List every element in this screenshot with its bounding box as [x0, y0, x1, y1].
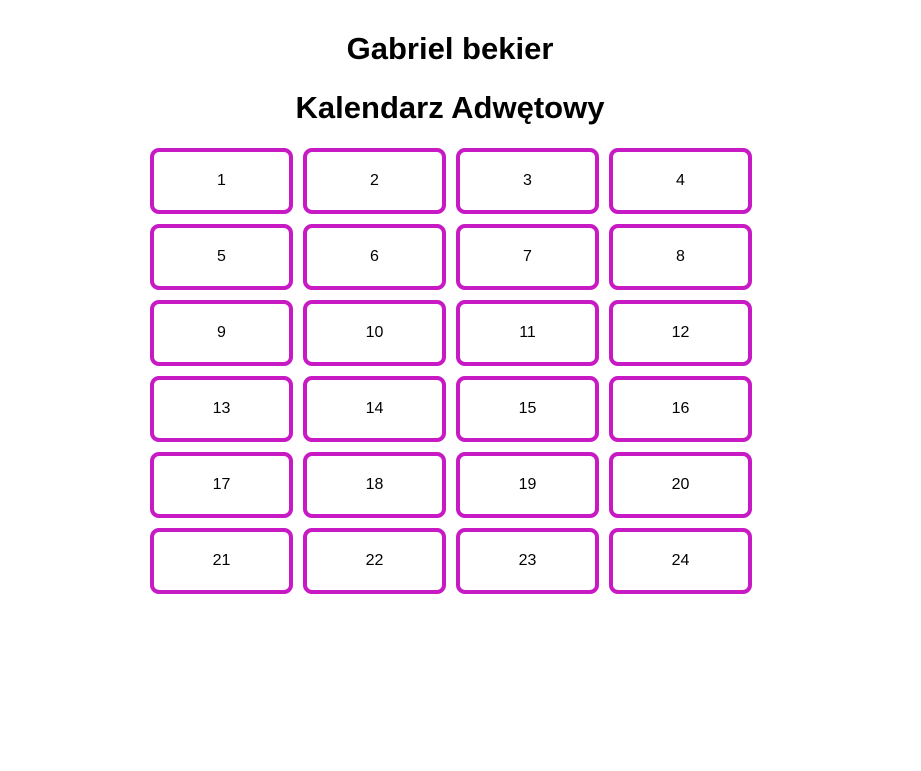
calendar-day-11[interactable]: 11 — [456, 300, 599, 366]
calendar-day-13[interactable]: 13 — [150, 376, 293, 442]
calendar-day-14[interactable]: 14 — [303, 376, 446, 442]
calendar-day-8[interactable]: 8 — [609, 224, 752, 290]
author-heading: Gabriel bekier — [346, 31, 554, 66]
calendar-day-12[interactable]: 12 — [609, 300, 752, 366]
calendar-day-2[interactable]: 2 — [303, 148, 446, 214]
calendar-day-19[interactable]: 19 — [456, 452, 599, 518]
calendar-day-22[interactable]: 22 — [303, 528, 446, 594]
calendar-day-10[interactable]: 10 — [303, 300, 446, 366]
calendar-day-6[interactable]: 6 — [303, 224, 446, 290]
calendar-day-18[interactable]: 18 — [303, 452, 446, 518]
advent-calendar-grid: 1 2 3 4 5 6 7 8 9 10 11 12 13 14 15 16 1… — [150, 148, 752, 594]
page-title: Kalendarz Adwętowy — [295, 90, 605, 125]
calendar-day-4[interactable]: 4 — [609, 148, 752, 214]
calendar-day-9[interactable]: 9 — [150, 300, 293, 366]
page: Gabriel bekier Kalendarz Adwętowy 1 2 3 … — [0, 0, 921, 771]
calendar-day-23[interactable]: 23 — [456, 528, 599, 594]
calendar-day-1[interactable]: 1 — [150, 148, 293, 214]
calendar-day-24[interactable]: 24 — [609, 528, 752, 594]
calendar-day-15[interactable]: 15 — [456, 376, 599, 442]
calendar-day-20[interactable]: 20 — [609, 452, 752, 518]
calendar-day-5[interactable]: 5 — [150, 224, 293, 290]
calendar-day-3[interactable]: 3 — [456, 148, 599, 214]
calendar-day-21[interactable]: 21 — [150, 528, 293, 594]
calendar-day-16[interactable]: 16 — [609, 376, 752, 442]
calendar-day-17[interactable]: 17 — [150, 452, 293, 518]
calendar-day-7[interactable]: 7 — [456, 224, 599, 290]
